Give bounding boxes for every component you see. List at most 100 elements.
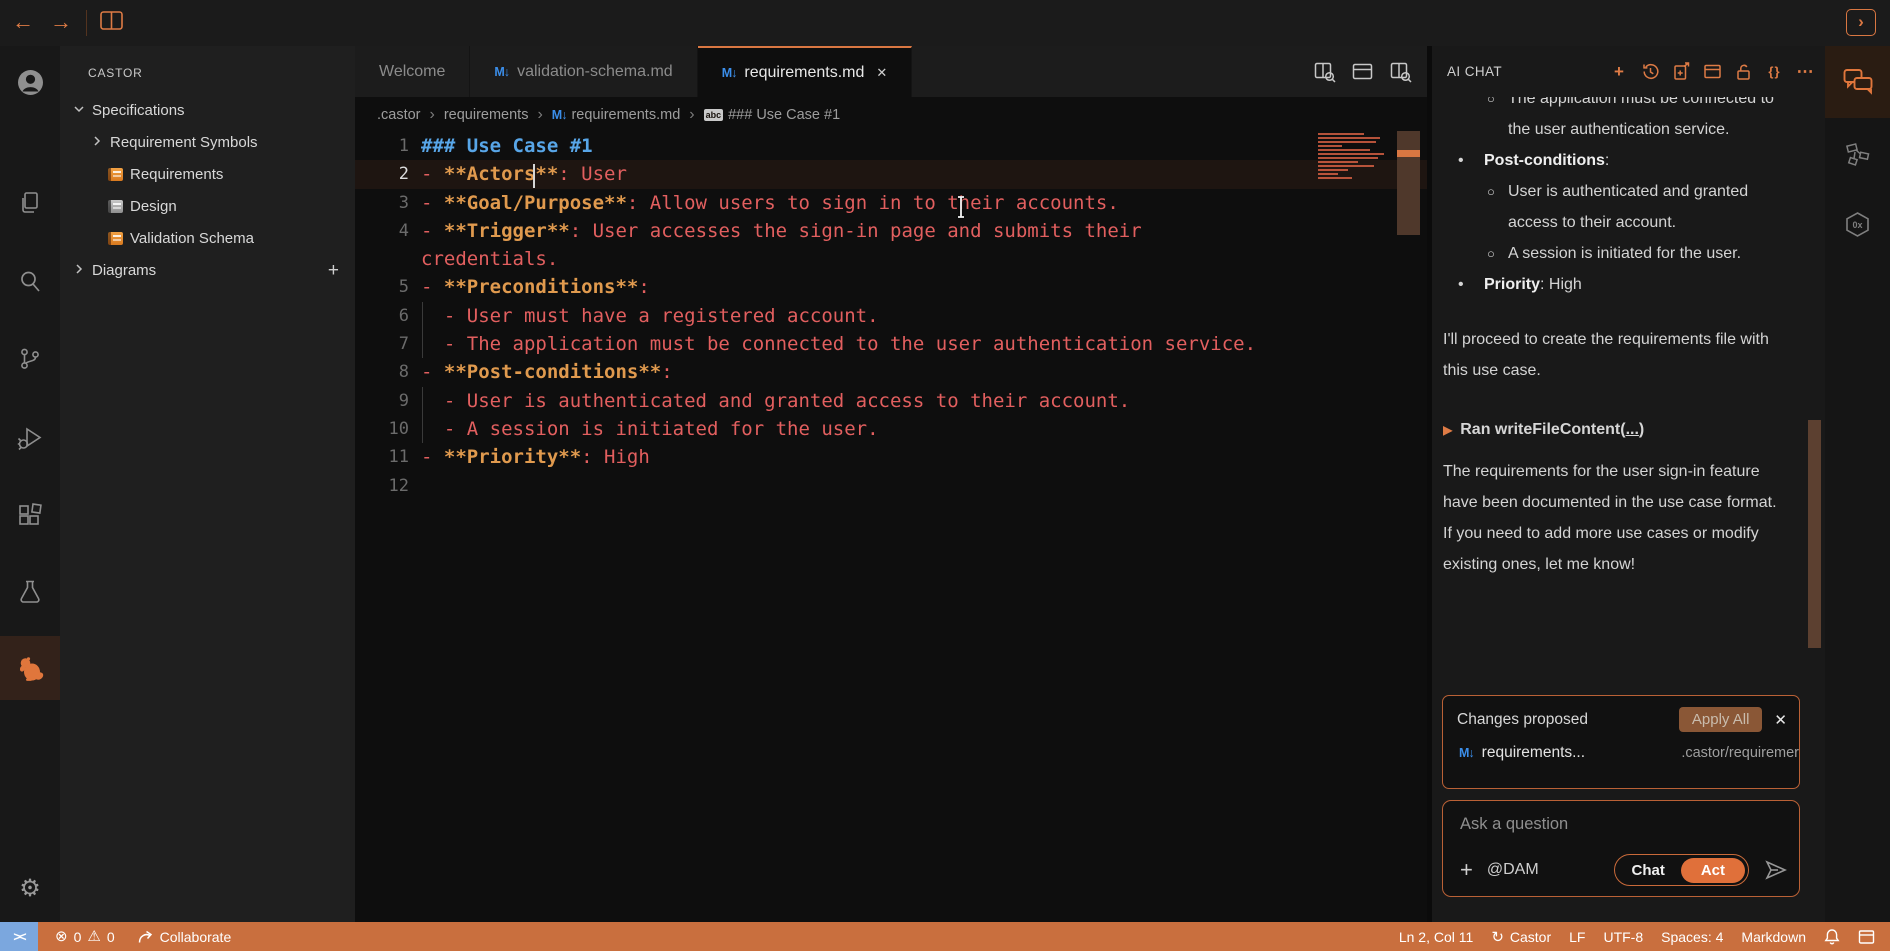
changes-proposed-card: Changes proposed Apply All ✕ M↓ requirem… [1442,695,1800,789]
castor-status[interactable]: ↻Castor [1482,922,1560,951]
attach-icon[interactable]: + [1460,859,1473,881]
eol-indicator[interactable]: LF [1560,922,1594,951]
workflow-view-icon[interactable] [1825,142,1890,168]
tool-run-details-link[interactable]: ... [1626,421,1639,438]
castor-beaver-icon[interactable] [0,636,60,700]
editor-line[interactable]: 11- **Priority**: High [355,443,1427,471]
editor-line[interactable]: 1### Use Case #1 [355,132,1427,160]
breadcrumb-item[interactable]: abc### Use Case #1 [704,107,841,123]
chat-messages[interactable]: ○The application must be connected to th… [1443,97,1795,689]
symbol-abc-icon: abc [704,109,724,121]
split-editor-search-icon[interactable] [1389,60,1413,84]
remote-indicator[interactable]: >< [0,922,38,951]
minimap[interactable] [1318,133,1390,181]
tab-validation-schema-md[interactable]: M↓validation-schema.md [470,46,697,97]
sidebar-item-requirements[interactable]: Requirements [60,158,355,190]
breadcrumb-item[interactable]: .castor [377,107,421,123]
explorer-icon[interactable] [0,175,60,231]
changed-file-row[interactable]: M↓ requirements... .castor/requiremer [1443,732,1799,762]
tab-welcome[interactable]: Welcome [355,46,470,97]
breadcrumb-item[interactable]: M↓requirements.md [552,107,680,123]
code-area[interactable]: 1### Use Case #12- **Actors**: User3- **… [355,132,1427,500]
collaborate-button[interactable]: Collaborate [128,922,241,951]
tab-requirements-md[interactable]: M↓requirements.md✕ [698,46,913,97]
text-caret [533,164,535,188]
minimap-line [1318,149,1370,151]
send-icon[interactable] [1765,860,1787,880]
run-debug-icon[interactable] [0,409,60,465]
sidebar-item-label: Validation Schema [130,230,254,247]
sidebar-item-label: Requirement Symbols [110,134,258,151]
apply-all-button[interactable]: Apply All [1679,707,1763,732]
line-col-indicator[interactable]: Ln 2, Col 11 [1390,922,1482,951]
split-editor-search-icon[interactable] [1313,60,1337,84]
editor-line[interactable]: credentials. [355,245,1427,273]
split-editor-icon[interactable] [100,11,123,30]
export-file-icon[interactable] [1671,62,1691,82]
more-icon[interactable]: ⋯ [1795,62,1815,82]
indentation-indicator[interactable]: Spaces: 4 [1652,922,1732,951]
ai-chat-toolbar: + { } ⋯ [1609,62,1815,82]
sidebar-item-diagrams[interactable]: Diagrams+ [60,254,355,286]
tab-close-icon[interactable]: ✕ [876,65,887,81]
language-indicator[interactable]: Markdown [1732,922,1815,951]
changed-file-path: .castor/requiremer [1681,745,1799,761]
line-text: - **Goal/Purpose**: Allow users to sign … [421,192,1119,214]
tool-run-row[interactable]: ▶Ran writeFileContent(...) [1443,414,1779,446]
braces-icon[interactable]: { } [1764,62,1784,82]
editor-line[interactable]: 4- **Trigger**: User accesses the sign-i… [355,217,1427,245]
chat-input-placeholder[interactable]: Ask a question [1443,801,1799,834]
bullet-marker: • [1458,269,1464,300]
minimap-line [1318,157,1378,159]
editor-line[interactable]: 5- **Preconditions**: [355,273,1427,301]
chat-view-icon[interactable] [1825,46,1890,118]
testing-icon[interactable] [0,564,60,620]
errors-warnings[interactable]: ⊗ 0 ⚠ 0 [46,922,124,951]
chat-scrollbar-thumb[interactable] [1808,420,1821,648]
editor-line[interactable]: 6 - User must have a registered account. [355,302,1427,330]
breadcrumb-label: requirements [444,107,529,123]
editor-line[interactable]: 8- **Post-conditions**: [355,358,1427,386]
markdown-icon: M↓ [1459,746,1474,760]
mode-chat-option[interactable]: Chat [1615,862,1678,879]
expand-triangle-icon[interactable]: ▶ [1443,423,1452,437]
extensions-icon[interactable] [0,488,60,544]
mention-button[interactable]: @DAM [1487,861,1539,879]
editor-line[interactable]: 12 [355,472,1427,500]
chat-input-card[interactable]: Ask a question + @DAM Chat Act [1442,800,1800,897]
breadcrumb[interactable]: .castor›requirements›M↓requirements.md›a… [355,97,1427,132]
sidebar-item-design[interactable]: Design [60,190,355,222]
minimap-line [1318,161,1358,163]
editor-line[interactable]: 9 - User is authenticated and granted ac… [355,387,1427,415]
line-text: - **Actors**: User [421,163,627,185]
mode-act-option[interactable]: Act [1681,858,1745,883]
editor-line[interactable]: 2- **Actors**: User [355,160,1427,188]
hex-view-icon[interactable]: 0x [1825,211,1890,238]
forward-icon[interactable]: → [50,9,72,35]
back-icon[interactable]: ← [12,9,34,35]
add-diagram-button[interactable]: + [328,261,339,280]
panel-toggle-icon[interactable]: › [1846,9,1876,36]
editor-line[interactable]: 3- **Goal/Purpose**: Allow users to sign… [355,189,1427,217]
close-icon[interactable]: ✕ [1774,711,1787,729]
panel-layout-icon[interactable] [1351,60,1375,84]
sidebar-item-specifications[interactable]: Specifications [60,94,355,126]
account-icon[interactable] [0,54,60,110]
sidebar-item-validation-schema[interactable]: Validation Schema [60,222,355,254]
window-icon[interactable] [1702,62,1722,82]
notifications-bell[interactable] [1815,922,1849,951]
breadcrumb-item[interactable]: requirements [444,107,529,123]
encoding-indicator[interactable]: UTF-8 [1594,922,1652,951]
layout-icon[interactable] [1849,922,1884,951]
new-chat-icon[interactable]: + [1609,62,1629,82]
editor-line[interactable]: 10 - A session is initiated for the user… [355,415,1427,443]
sidebar-item-requirement-symbols[interactable]: Requirement Symbols [60,126,355,158]
unlock-icon[interactable] [1733,62,1753,82]
editor-scrollbar-thumb[interactable] [1397,131,1420,235]
chat-mode-toggle[interactable]: Chat Act [1614,854,1749,886]
settings-gear-icon[interactable]: ⚙ [0,860,60,916]
history-icon[interactable] [1640,62,1660,82]
search-icon[interactable] [0,253,60,309]
editor-line[interactable]: 7 - The application must be connected to… [355,330,1427,358]
source-control-icon[interactable] [0,331,60,387]
